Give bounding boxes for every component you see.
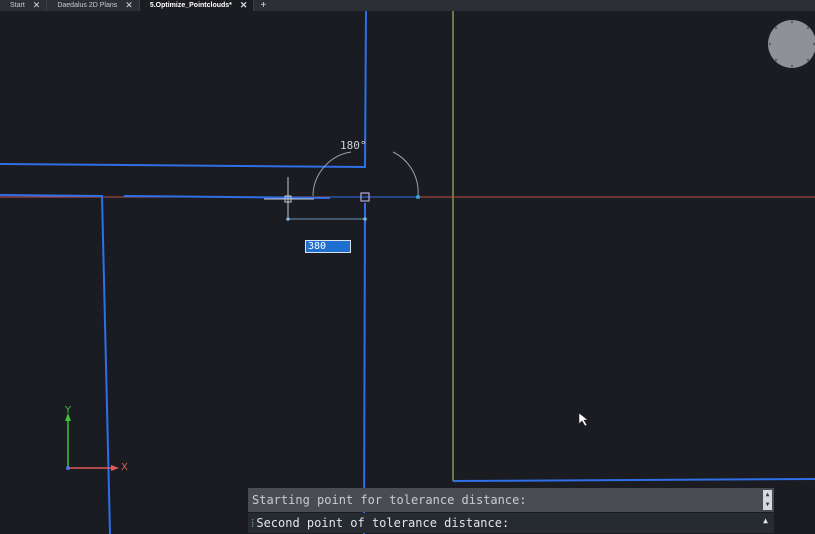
angle-arc — [312, 151, 352, 197]
command-history-text: Starting point for tolerance distance: — [252, 493, 527, 507]
wall-line — [363, 202, 366, 534]
wall-line — [0, 11, 367, 169]
dimension-grip — [286, 217, 290, 221]
tab-start-label: Start — [10, 2, 25, 9]
scroll-arrow-icon[interactable]: ▲ ▼ — [763, 490, 772, 510]
ucs-x-label: X — [121, 462, 128, 473]
expand-arrow-icon[interactable]: ▲ — [763, 516, 768, 525]
command-history: Starting point for tolerance distance: ▲… — [248, 488, 774, 512]
tab-start[interactable]: Start ✕ — [0, 0, 48, 11]
tab-optimize-label: 5.Optimize_Pointclouds* — [149, 2, 232, 9]
tab-optimize-pointclouds[interactable]: 5.Optimize_Pointclouds* ✕ — [139, 0, 255, 11]
angle-arc — [392, 151, 419, 197]
dynamic-distance-input[interactable]: 380 — [305, 240, 351, 253]
close-icon[interactable]: ✕ — [125, 1, 133, 10]
navigation-wheel-icon — [768, 20, 815, 68]
document-tab-bar: Start ✕ Daedalus 2D Plans ✕ 5.Optimize_P… — [0, 0, 815, 11]
dimension-grip — [363, 217, 367, 221]
ucs-y-label: Y — [65, 405, 72, 416]
tab-daedalus-label: Daedalus 2D Plans — [57, 2, 118, 9]
close-icon[interactable]: ✕ — [33, 1, 41, 10]
command-prompt-text: Second point of tolerance distance: — [256, 516, 510, 530]
drawing-canvas[interactable] — [0, 11, 815, 534]
drawing-viewport[interactable] — [0, 11, 815, 534]
cursor-arrow-icon — [578, 412, 589, 427]
angle-dimension-label: 180° — [340, 139, 367, 152]
plus-icon[interactable]: + — [254, 0, 272, 11]
close-icon[interactable]: ✕ — [240, 1, 248, 10]
wall-line — [452, 478, 815, 482]
wall-line — [0, 194, 111, 534]
snap-point-marker — [416, 195, 420, 199]
prompt-grip-icon: ⁞ — [251, 515, 255, 530]
command-prompt[interactable]: ⁞ Second point of tolerance distance: ▲ — [248, 513, 774, 533]
wall-line — [123, 195, 331, 199]
tab-daedalus-2d-plans[interactable]: Daedalus 2D Plans ✕ — [47, 0, 140, 11]
ucs-axis-icon — [65, 413, 119, 471]
